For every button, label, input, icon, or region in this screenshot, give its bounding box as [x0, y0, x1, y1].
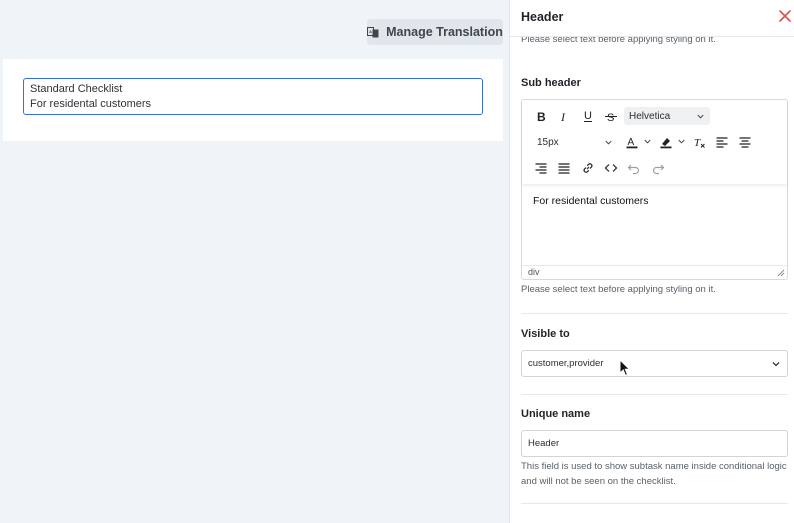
- clear-formatting-icon: T: [694, 137, 705, 149]
- chevron-down-icon: [772, 361, 780, 366]
- svg-text:A: A: [369, 29, 372, 34]
- resize-handle-icon[interactable]: [777, 269, 785, 277]
- undo-icon: [627, 164, 640, 175]
- chevron-down-icon: [697, 114, 704, 119]
- highlight-color-button[interactable]: [657, 133, 675, 151]
- font-family-value: Helvetica: [629, 110, 671, 122]
- strikethrough-button[interactable]: S: [602, 107, 620, 125]
- svg-text:T: T: [694, 137, 701, 149]
- italic-icon: I: [560, 110, 566, 123]
- close-panel-button[interactable]: [778, 9, 792, 23]
- svg-text:U: U: [584, 110, 592, 122]
- font-family-select[interactable]: Helvetica: [624, 107, 710, 125]
- chevron-down-icon[interactable]: [677, 137, 686, 146]
- insert-link-button[interactable]: [579, 159, 597, 177]
- align-left-icon: [716, 137, 728, 148]
- redo-icon: [652, 164, 665, 175]
- checklist-header-card[interactable]: Standard Checklist For residental custom…: [3, 59, 503, 141]
- strikethrough-icon: S: [605, 112, 617, 123]
- section-divider: [521, 313, 788, 314]
- checklist-title: Standard Checklist: [30, 83, 123, 95]
- visible-to-select[interactable]: customer,provider: [521, 350, 788, 377]
- editor-statusbar: div: [522, 265, 787, 279]
- translate-icon: A: [367, 27, 379, 38]
- visible-to-label: Visible to: [521, 328, 570, 340]
- panel-title: Header: [521, 10, 564, 24]
- panel-header: Header: [510, 0, 794, 37]
- unique-name-help: This field is used to show subtask name …: [521, 461, 787, 487]
- sub-header-rich-text-editor[interactable]: B I U S Helvetica 15px A T For residenta…: [521, 99, 788, 280]
- align-right-icon: [535, 163, 547, 174]
- highlighter-icon: [660, 138, 672, 149]
- source-code-button[interactable]: [602, 159, 620, 177]
- undo-button[interactable]: [625, 159, 643, 177]
- italic-button[interactable]: I: [555, 107, 573, 125]
- manage-translation-button[interactable]: A Manage Translation: [367, 19, 503, 45]
- properties-panel: Please select text before applying styli…: [509, 0, 794, 523]
- align-center-icon: [739, 137, 751, 148]
- selected-header-block[interactable]: Standard Checklist For residental custom…: [23, 78, 483, 115]
- underline-button[interactable]: U: [579, 107, 597, 125]
- code-icon: [604, 164, 618, 172]
- svg-text:A: A: [628, 137, 635, 148]
- chevron-down-icon: [605, 140, 612, 145]
- manage-translation-label: Manage Translation: [386, 25, 503, 39]
- svg-text:S: S: [607, 112, 614, 123]
- checklist-subtitle: For residental customers: [30, 97, 152, 110]
- align-left-button[interactable]: [713, 133, 731, 151]
- bold-icon: B: [537, 110, 546, 123]
- justify-icon: [558, 163, 570, 174]
- text-color-button[interactable]: A: [623, 133, 641, 151]
- section-divider: [521, 394, 788, 395]
- redo-button[interactable]: [649, 159, 667, 177]
- justify-button[interactable]: [555, 159, 573, 177]
- clear-formatting-button[interactable]: T: [690, 133, 708, 151]
- link-icon: [583, 163, 593, 173]
- close-icon: [779, 10, 791, 22]
- checklist-canvas: A Manage Translation Standard Checklist …: [0, 0, 509, 523]
- unique-name-label: Unique name: [521, 408, 591, 420]
- unique-name-input[interactable]: [521, 430, 788, 457]
- style-hint: Please select text before applying styli…: [521, 284, 716, 295]
- visible-to-value: customer,provider: [528, 358, 604, 369]
- element-path[interactable]: div: [528, 267, 540, 277]
- align-center-button[interactable]: [736, 133, 754, 151]
- font-size-value: 15px: [537, 136, 559, 148]
- text-color-icon: A: [626, 137, 638, 149]
- editor-toolbar: B I U S Helvetica 15px A T: [522, 100, 787, 184]
- editor-content[interactable]: For residental customers: [533, 195, 649, 207]
- sub-header-label: Sub header: [521, 77, 581, 89]
- svg-text:I: I: [560, 110, 566, 123]
- font-size-select[interactable]: 15px: [532, 133, 618, 151]
- align-right-button[interactable]: [532, 159, 550, 177]
- section-divider: [521, 503, 788, 504]
- svg-text:B: B: [537, 110, 546, 123]
- chevron-down-icon[interactable]: [643, 137, 652, 146]
- underline-icon: U: [584, 110, 592, 122]
- bold-button[interactable]: B: [532, 107, 550, 125]
